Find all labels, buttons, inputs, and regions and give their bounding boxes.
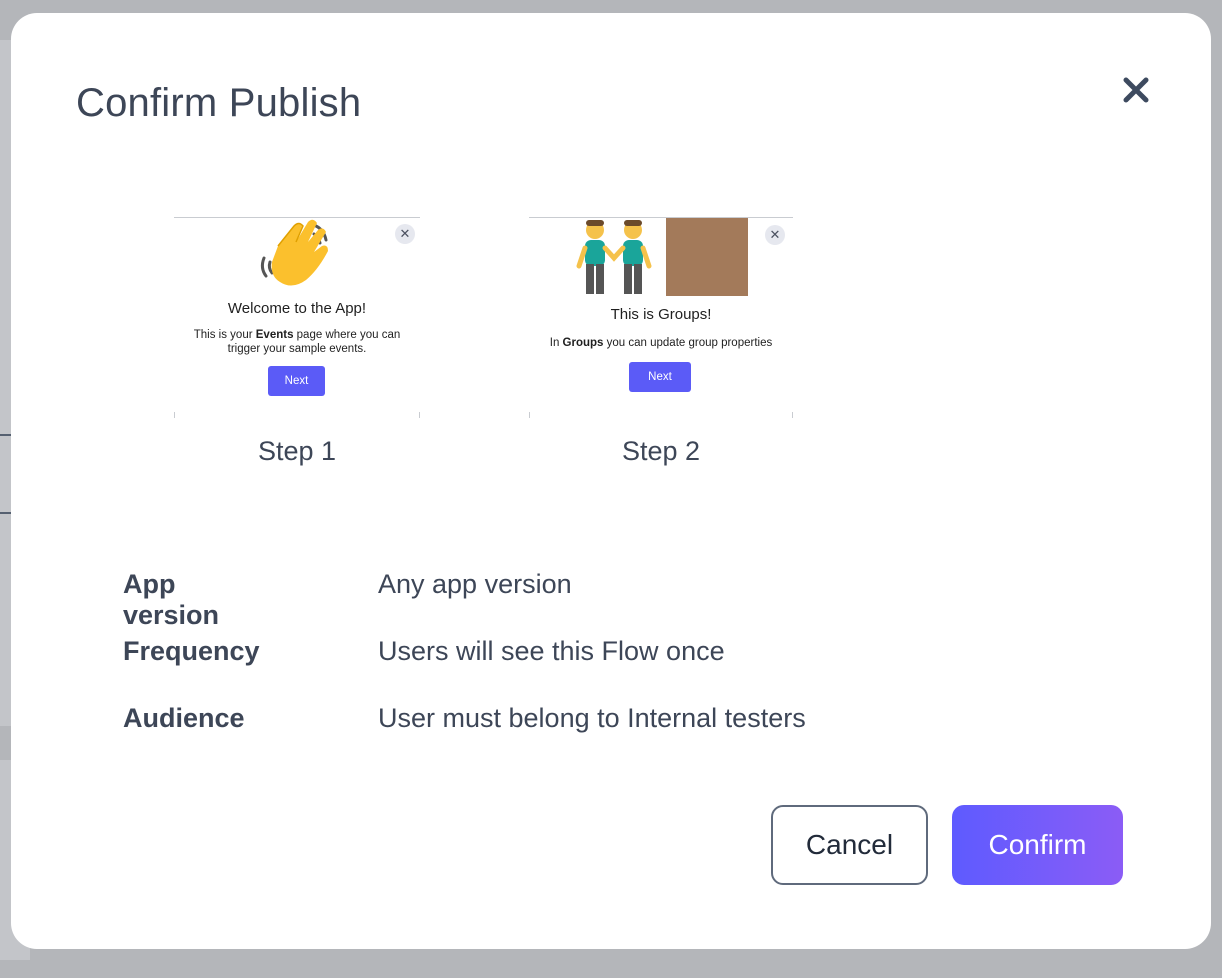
- waving-hand-icon: [260, 219, 328, 286]
- preview-image-placeholder: [666, 218, 748, 296]
- modal-title: Confirm Publish: [76, 81, 362, 125]
- step-card-2[interactable]: ✕ This is Groups! In Groups you can upda…: [529, 217, 793, 467]
- preview-heading: Welcome to the App!: [227, 300, 367, 317]
- two-men-holding-hands-icon: [576, 220, 652, 294]
- summary-value: Users will see this Flow once: [378, 636, 725, 666]
- step-card-1[interactable]: ✕ Welcome to the App! This is your Event…: [174, 217, 420, 467]
- close-button[interactable]: [1119, 73, 1153, 107]
- confirm-publish-modal: Confirm Publish ✕ Welcome to the App! Th…: [11, 13, 1211, 949]
- summary-value: User must belong to Internal testers: [378, 703, 806, 733]
- summary-key: App version: [123, 569, 220, 630]
- close-icon: [1123, 77, 1149, 103]
- summary-key: Audience: [123, 703, 245, 733]
- preview-body: In Groups you can update group propertie…: [549, 337, 773, 349]
- cancel-button[interactable]: Cancel: [771, 805, 928, 885]
- step-preview-1: ✕ Welcome to the App! This is your Event…: [174, 217, 420, 418]
- step-preview-2: ✕ This is Groups! In Groups you can upda…: [529, 217, 793, 418]
- preview-body: This is your Events page where you can t…: [193, 329, 401, 355]
- preview-close-icon: ✕: [395, 224, 415, 244]
- summary-value: Any app version: [378, 569, 572, 599]
- preview-next-button: Next: [629, 362, 691, 392]
- confirm-button[interactable]: Confirm: [952, 805, 1123, 885]
- preview-heading: This is Groups!: [610, 306, 712, 323]
- preview-next-button: Next: [268, 366, 325, 396]
- summary-key: Frequency: [123, 636, 260, 666]
- step-label: Step 2: [621, 436, 701, 466]
- preview-close-icon: ✕: [765, 225, 785, 245]
- step-label: Step 1: [257, 436, 337, 466]
